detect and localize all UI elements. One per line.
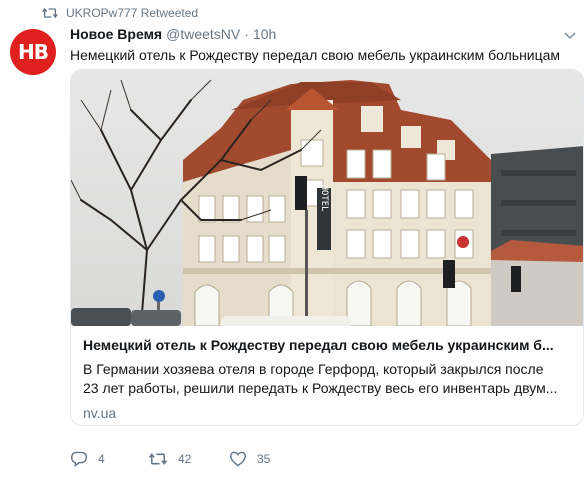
avatar-logo-text: НВ (18, 40, 49, 64)
card-description-line: В Германии хозяева отеля в городе Герфор… (83, 361, 544, 377)
tweet-actions: 4 42 35 (70, 451, 299, 467)
retweet-button[interactable]: 42 (148, 452, 229, 466)
retweet-context: UKROPw777 Retweeted (42, 6, 198, 20)
retweet-icon (42, 7, 58, 19)
link-card[interactable]: HOTEL Немецкий отель к Рождеству передал… (70, 69, 584, 426)
avatar[interactable]: НВ (10, 29, 56, 75)
tweet-header: Новое Время @tweetsNV · 10h (70, 26, 276, 42)
card-title: Немецкий отель к Рождеству передал свою … (83, 337, 554, 353)
reply-button[interactable]: 4 (70, 451, 148, 467)
tweet-timestamp[interactable]: 10h (253, 26, 276, 42)
card-domain: nv.ua (83, 405, 117, 421)
reply-count: 4 (98, 452, 105, 466)
hotel-sign-text: HOTEL (319, 184, 329, 211)
reply-icon (70, 451, 88, 467)
hotel-photo: HOTEL (71, 70, 583, 326)
card-image[interactable]: HOTEL (71, 70, 583, 326)
author-handle[interactable]: @tweetsNV (166, 26, 240, 42)
header-separator: · (244, 26, 249, 42)
like-button[interactable]: 35 (229, 451, 299, 467)
tweet-text: Немецкий отель к Рождеству передал свою … (70, 47, 561, 63)
retweet-count: 42 (178, 452, 192, 466)
like-count: 35 (257, 452, 271, 466)
card-description-line: 23 лет работы, решили передать к Рождест… (83, 380, 558, 396)
card-body: Немецкий отель к Рождеству передал свою … (83, 336, 571, 421)
author-name[interactable]: Новое Время (70, 26, 162, 42)
retweeted-by-label[interactable]: UKROPw777 Retweeted (66, 6, 198, 20)
chevron-down-icon[interactable] (564, 32, 576, 40)
card-description: В Германии хозяева отеля в городе Герфор… (83, 360, 571, 398)
retweet-icon (148, 453, 168, 465)
heart-icon (229, 451, 247, 467)
